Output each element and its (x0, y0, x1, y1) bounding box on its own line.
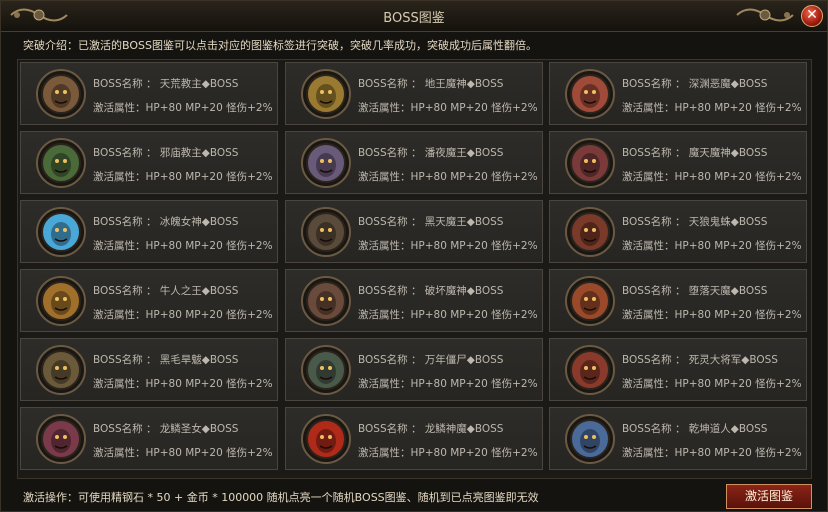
horned-portrait-icon (565, 138, 615, 188)
boss-activation-attributes: 激活属性：HP+80 MP+20 怪伤+2% (622, 171, 802, 183)
boss-card[interactable]: BOSS名称 ： 破坏魔神◆BOSS 激活属性：HP+80 MP+20 怪伤+2% (285, 269, 543, 332)
boss-name: BOSS名称 ： 冰魄女神◆BOSS (93, 216, 239, 228)
boss-card[interactable]: BOSS名称 ： 冰魄女神◆BOSS 激活属性：HP+80 MP+20 怪伤+2% (20, 200, 278, 263)
golem-portrait-icon (301, 276, 351, 326)
ornament-right-icon (736, 8, 794, 22)
boss-name: BOSS名称 ： 乾坤道人◆BOSS (622, 423, 768, 435)
boss-card[interactable]: BOSS名称 ： 龙鳞圣女◆BOSS 激活属性：HP+80 MP+20 怪伤+2% (20, 407, 278, 470)
boss-card[interactable]: BOSS名称 ： 邪庙教主◆BOSS 激活属性：HP+80 MP+20 怪伤+2% (20, 131, 278, 194)
general-portrait-icon (565, 345, 615, 395)
beast-portrait-icon (301, 69, 351, 119)
ice-goddess-portrait-icon (36, 207, 86, 257)
boss-activation-attributes: 激活属性：HP+80 MP+20 怪伤+2% (93, 309, 273, 321)
boss-name: BOSS名称 ： 天狼鬼蛛◆BOSS (622, 216, 768, 228)
boss-card[interactable]: BOSS名称 ： 深渊恶魔◆BOSS 激活属性：HP+80 MP+20 怪伤+2% (549, 62, 807, 125)
boss-name: BOSS名称 ： 黑毛旱魃◆BOSS (93, 354, 239, 366)
boss-name: BOSS名称 ： 深渊恶魔◆BOSS (622, 78, 768, 90)
boss-card[interactable]: BOSS名称 ： 地王魔神◆BOSS 激活属性：HP+80 MP+20 怪伤+2% (285, 62, 543, 125)
boss-card[interactable]: BOSS名称 ： 黑天魔王◆BOSS 激活属性：HP+80 MP+20 怪伤+2% (285, 200, 543, 263)
boss-name: BOSS名称 ： 龙鳞圣女◆BOSS (93, 423, 239, 435)
boss-name: BOSS名称 ： 龙鳞神魔◆BOSS (358, 423, 504, 435)
boss-activation-attributes: 激活属性：HP+80 MP+20 怪伤+2% (93, 447, 273, 459)
boss-card[interactable]: BOSS名称 ： 龙鳞神魔◆BOSS 激活属性：HP+80 MP+20 怪伤+2% (285, 407, 543, 470)
activation-instructions: 激活操作：可使用精钢石 * 50 + 金币 * 100000 随机点亮一个随机B… (23, 491, 539, 504)
dragon-portrait-icon (301, 414, 351, 464)
dragon-portrait-icon (36, 414, 86, 464)
boss-name: BOSS名称 ： 死灵大将军◆BOSS (622, 354, 778, 366)
demon-portrait-icon (565, 276, 615, 326)
boss-activation-attributes: 激活属性：HP+80 MP+20 怪伤+2% (622, 309, 802, 321)
boss-activation-attributes: 激活属性：HP+80 MP+20 怪伤+2% (93, 240, 273, 252)
boss-activation-attributes: 激活属性：HP+80 MP+20 怪伤+2% (358, 447, 538, 459)
boss-activation-attributes: 激活属性：HP+80 MP+20 怪伤+2% (358, 171, 538, 183)
boss-activation-attributes: 激活属性：HP+80 MP+20 怪伤+2% (93, 378, 273, 390)
boss-name: BOSS名称 ： 黑天魔王◆BOSS (358, 216, 504, 228)
boss-card[interactable]: BOSS名称 ： 天狼鬼蛛◆BOSS 激活属性：HP+80 MP+20 怪伤+2% (549, 200, 807, 263)
breakthrough-intro: 突破介绍：已激活的BOSS图鉴可以点击对应的图鉴标签进行突破，突破几率成功，突破… (23, 39, 537, 52)
boss-activation-attributes: 激活属性：HP+80 MP+20 怪伤+2% (93, 102, 273, 114)
boss-name: BOSS名称 ： 牛人之王◆BOSS (93, 285, 239, 297)
boss-name: BOSS名称 ： 万年僵尸◆BOSS (358, 354, 504, 366)
zombie-portrait-icon (301, 345, 351, 395)
demon-portrait-icon (301, 138, 351, 188)
boss-activation-attributes: 激活属性：HP+80 MP+20 怪伤+2% (358, 102, 538, 114)
knight-portrait-icon (301, 207, 351, 257)
boss-name: BOSS名称 ： 邪庙教主◆BOSS (93, 147, 239, 159)
boss-card[interactable]: BOSS名称 ： 堕落天魔◆BOSS 激活属性：HP+80 MP+20 怪伤+2% (549, 269, 807, 332)
boss-activation-attributes: 激活属性：HP+80 MP+20 怪伤+2% (622, 240, 802, 252)
taoist-portrait-icon (565, 414, 615, 464)
demon-portrait-icon (36, 69, 86, 119)
boss-card[interactable]: BOSS名称 ： 牛人之王◆BOSS 激活属性：HP+80 MP+20 怪伤+2% (20, 269, 278, 332)
window-title: BOSS图鉴 (383, 11, 445, 26)
boss-codex-window: BOSS图鉴 ✕ 突破介绍：已激活的BOSS图鉴可以点击对应的图鉴标签进行突破，… (0, 0, 828, 512)
boss-name: BOSS名称 ： 破坏魔神◆BOSS (358, 285, 504, 297)
close-icon: ✕ (806, 7, 818, 23)
boss-activation-attributes: 激活属性：HP+80 MP+20 怪伤+2% (358, 240, 538, 252)
close-button[interactable]: ✕ (801, 5, 823, 27)
boss-activation-attributes: 激活属性：HP+80 MP+20 怪伤+2% (622, 447, 802, 459)
boss-name: BOSS名称 ： 天荒教主◆BOSS (93, 78, 239, 90)
boss-activation-attributes: 激活属性：HP+80 MP+20 怪伤+2% (358, 378, 538, 390)
boss-card[interactable]: BOSS名称 ： 魔天魔神◆BOSS 激活属性：HP+80 MP+20 怪伤+2% (549, 131, 807, 194)
boss-card-grid: BOSS名称 ： 天荒教主◆BOSS 激活属性：HP+80 MP+20 怪伤+2%… (17, 59, 812, 479)
boss-name: BOSS名称 ： 魔天魔神◆BOSS (622, 147, 768, 159)
activate-codex-button[interactable]: 激活图鉴 (726, 484, 812, 509)
boss-activation-attributes: 激活属性：HP+80 MP+20 怪伤+2% (622, 102, 802, 114)
boss-activation-attributes: 激活属性：HP+80 MP+20 怪伤+2% (622, 378, 802, 390)
demon-portrait-icon (565, 69, 615, 119)
boss-card[interactable]: BOSS名称 ： 天荒教主◆BOSS 激活属性：HP+80 MP+20 怪伤+2% (20, 62, 278, 125)
boss-name: BOSS名称 ： 地王魔神◆BOSS (358, 78, 504, 90)
boss-card[interactable]: BOSS名称 ： 万年僵尸◆BOSS 激活属性：HP+80 MP+20 怪伤+2% (285, 338, 543, 401)
boss-activation-attributes: 激活属性：HP+80 MP+20 怪伤+2% (93, 171, 273, 183)
boss-activation-attributes: 激活属性：HP+80 MP+20 怪伤+2% (358, 309, 538, 321)
beast-portrait-icon (36, 345, 86, 395)
orc-portrait-icon (36, 138, 86, 188)
boss-card[interactable]: BOSS名称 ： 乾坤道人◆BOSS 激活属性：HP+80 MP+20 怪伤+2% (549, 407, 807, 470)
boss-card[interactable]: BOSS名称 ： 黑毛旱魃◆BOSS 激活属性：HP+80 MP+20 怪伤+2% (20, 338, 278, 401)
boss-name: BOSS名称 ： 堕落天魔◆BOSS (622, 285, 768, 297)
title-bar[interactable]: BOSS图鉴 ✕ (1, 1, 827, 32)
spider-portrait-icon (565, 207, 615, 257)
bull-portrait-icon (36, 276, 86, 326)
boss-card[interactable]: BOSS名称 ： 潘夜魔王◆BOSS 激活属性：HP+80 MP+20 怪伤+2% (285, 131, 543, 194)
boss-card[interactable]: BOSS名称 ： 死灵大将军◆BOSS 激活属性：HP+80 MP+20 怪伤+2… (549, 338, 807, 401)
boss-name: BOSS名称 ： 潘夜魔王◆BOSS (358, 147, 504, 159)
